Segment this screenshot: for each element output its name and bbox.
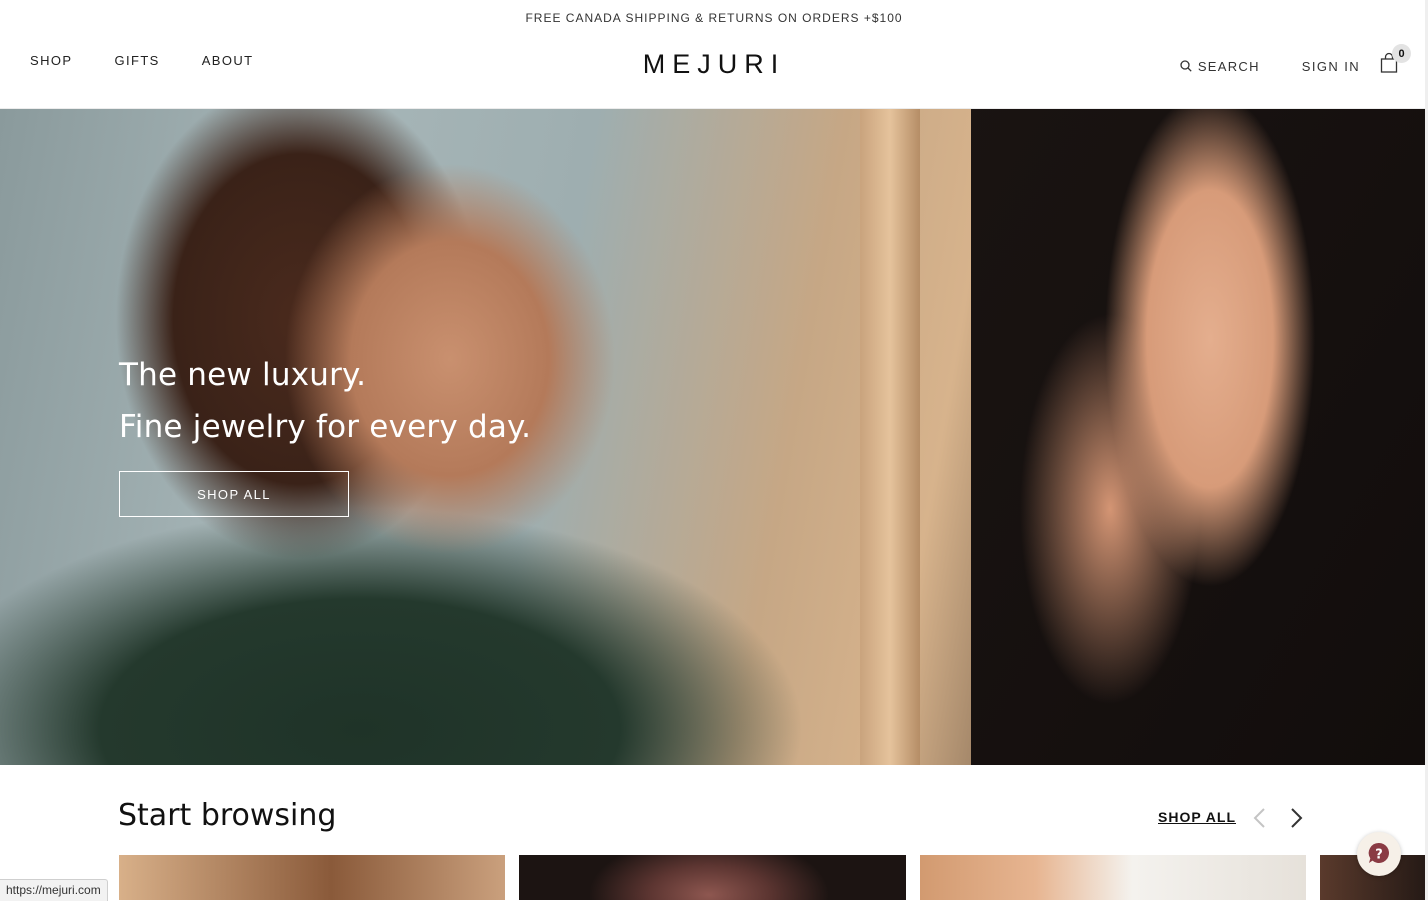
status-bar-url: https://mejuri.com (0, 879, 108, 901)
promo-banner: FREE CANADA SHIPPING & RETURNS ON ORDERS… (0, 0, 1428, 36)
hero-line-1: The new luxury. (119, 357, 367, 393)
search-button[interactable]: SEARCH (1180, 51, 1260, 74)
carousel-prev-button[interactable] (1250, 806, 1270, 830)
hero-image-hand (971, 109, 1425, 765)
category-card[interactable] (119, 855, 505, 900)
question-bubble-icon: ? (1368, 842, 1389, 863)
svg-text:?: ? (1375, 848, 1383, 863)
hero-shop-all-button[interactable]: SHOP ALL (119, 471, 349, 517)
hero-headline: The new luxury. Fine jewelry for every d… (119, 349, 531, 453)
browse-shop-all-link[interactable]: SHOP ALL (1158, 809, 1236, 825)
search-label: SEARCH (1197, 58, 1260, 74)
section-title: Start browsing (118, 798, 337, 833)
category-card[interactable] (519, 855, 906, 900)
category-card[interactable] (920, 855, 1306, 900)
hero-line-2: Fine jewelry for every day. (119, 409, 532, 445)
chevron-right-icon (1291, 808, 1303, 828)
hero-banner: The new luxury. Fine jewelry for every d… (0, 109, 1425, 765)
search-icon (1180, 60, 1192, 72)
hero-wood-beam (860, 109, 920, 765)
promo-text: FREE CANADA SHIPPING & RETURNS ON ORDERS… (525, 11, 903, 25)
cart-count-badge: 0 (1392, 44, 1411, 63)
carousel-next-button[interactable] (1286, 806, 1306, 830)
account-nav: SEARCH SIGN IN 0 (1180, 44, 1411, 76)
chevron-left-icon (1253, 808, 1265, 828)
help-chat-button[interactable]: ? (1357, 832, 1401, 876)
cart-button[interactable]: 0 (1380, 44, 1411, 76)
sign-in-link[interactable]: SIGN IN (1302, 51, 1360, 74)
